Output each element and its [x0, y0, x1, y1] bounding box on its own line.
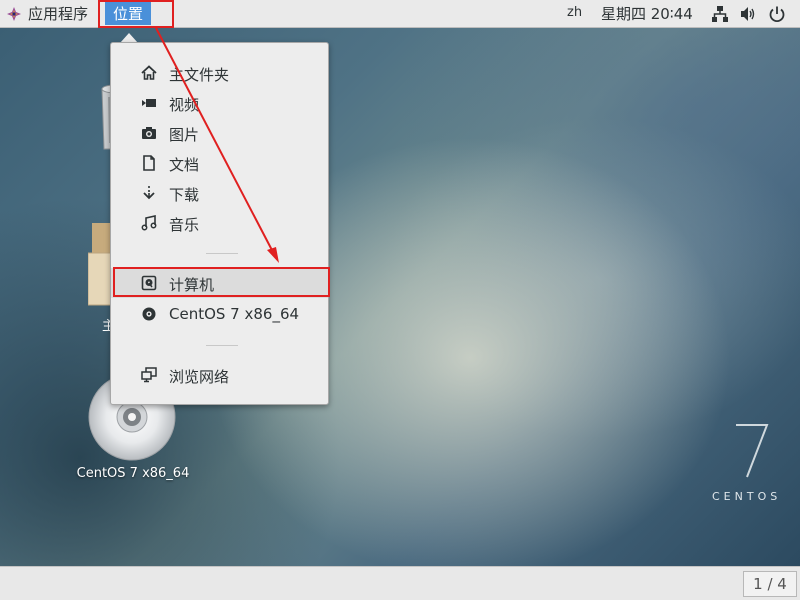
- power-icon[interactable]: [768, 5, 786, 23]
- menu-item-label: 主文件夹: [169, 66, 230, 84]
- dvd-label[interactable]: CentOS 7 x86_64: [60, 466, 206, 481]
- menu-item-videos[interactable]: 视频: [111, 88, 328, 118]
- applications-menu-button[interactable]: 应用程序: [6, 0, 88, 27]
- camera-icon: [142, 127, 156, 139]
- menu-item-label: CentOS 7 x86_64: [169, 305, 300, 323]
- menu-item-music[interactable]: 音乐: [111, 208, 328, 238]
- document-icon: [143, 155, 155, 171]
- menu-item-label: 图片: [169, 126, 200, 144]
- apps-logo-icon: [7, 6, 21, 21]
- clock[interactable]: 星期四 20∶44: [601, 3, 693, 24]
- music-icon: [141, 215, 157, 231]
- network-browse-icon: [141, 367, 157, 383]
- menu-item-label: 下载: [169, 186, 200, 204]
- menu-item-home[interactable]: 主文件夹: [111, 58, 328, 88]
- disc-icon: [142, 307, 156, 321]
- bottom-panel: 1 / 4: [0, 566, 800, 600]
- download-icon: [143, 186, 155, 200]
- computer-annotation-box: [113, 267, 330, 297]
- menu-item-label: 音乐: [169, 216, 200, 234]
- top-bar: 应用程序 位置 zh 星期四 20∶44: [0, 0, 800, 28]
- network-icon[interactable]: [711, 5, 729, 23]
- input-method-indicator[interactable]: zh: [567, 5, 582, 20]
- centos-logo-seven: [736, 424, 769, 478]
- places-annotation-box: [98, 0, 174, 28]
- menu-item-label: 浏览网络: [169, 368, 230, 386]
- workspace-switcher[interactable]: 1 / 4: [743, 571, 797, 597]
- menu-separator: [206, 345, 238, 346]
- menu-item-browse-network[interactable]: 浏览网络: [111, 360, 328, 390]
- workspace-label: 1 / 4: [753, 575, 787, 593]
- places-menu: 主文件夹 视频 图片 文档 下载 音乐 计算机 CentOS 7 x86_64 …: [110, 42, 329, 405]
- menu-item-pictures[interactable]: 图片: [111, 118, 328, 148]
- video-icon: [142, 99, 156, 107]
- menu-item-documents[interactable]: 文档: [111, 148, 328, 178]
- centos-brand-text: CENTOS: [712, 490, 782, 503]
- volume-icon[interactable]: [739, 5, 757, 23]
- menu-item-centos-disc[interactable]: CentOS 7 x86_64: [111, 299, 328, 329]
- menu-item-downloads[interactable]: 下载: [111, 178, 328, 208]
- menu-separator: [206, 253, 238, 254]
- home-icon: [141, 65, 157, 80]
- menu-item-label: 文档: [169, 156, 200, 174]
- applications-label: 应用程序: [28, 5, 89, 23]
- menu-item-label: 视频: [169, 96, 200, 114]
